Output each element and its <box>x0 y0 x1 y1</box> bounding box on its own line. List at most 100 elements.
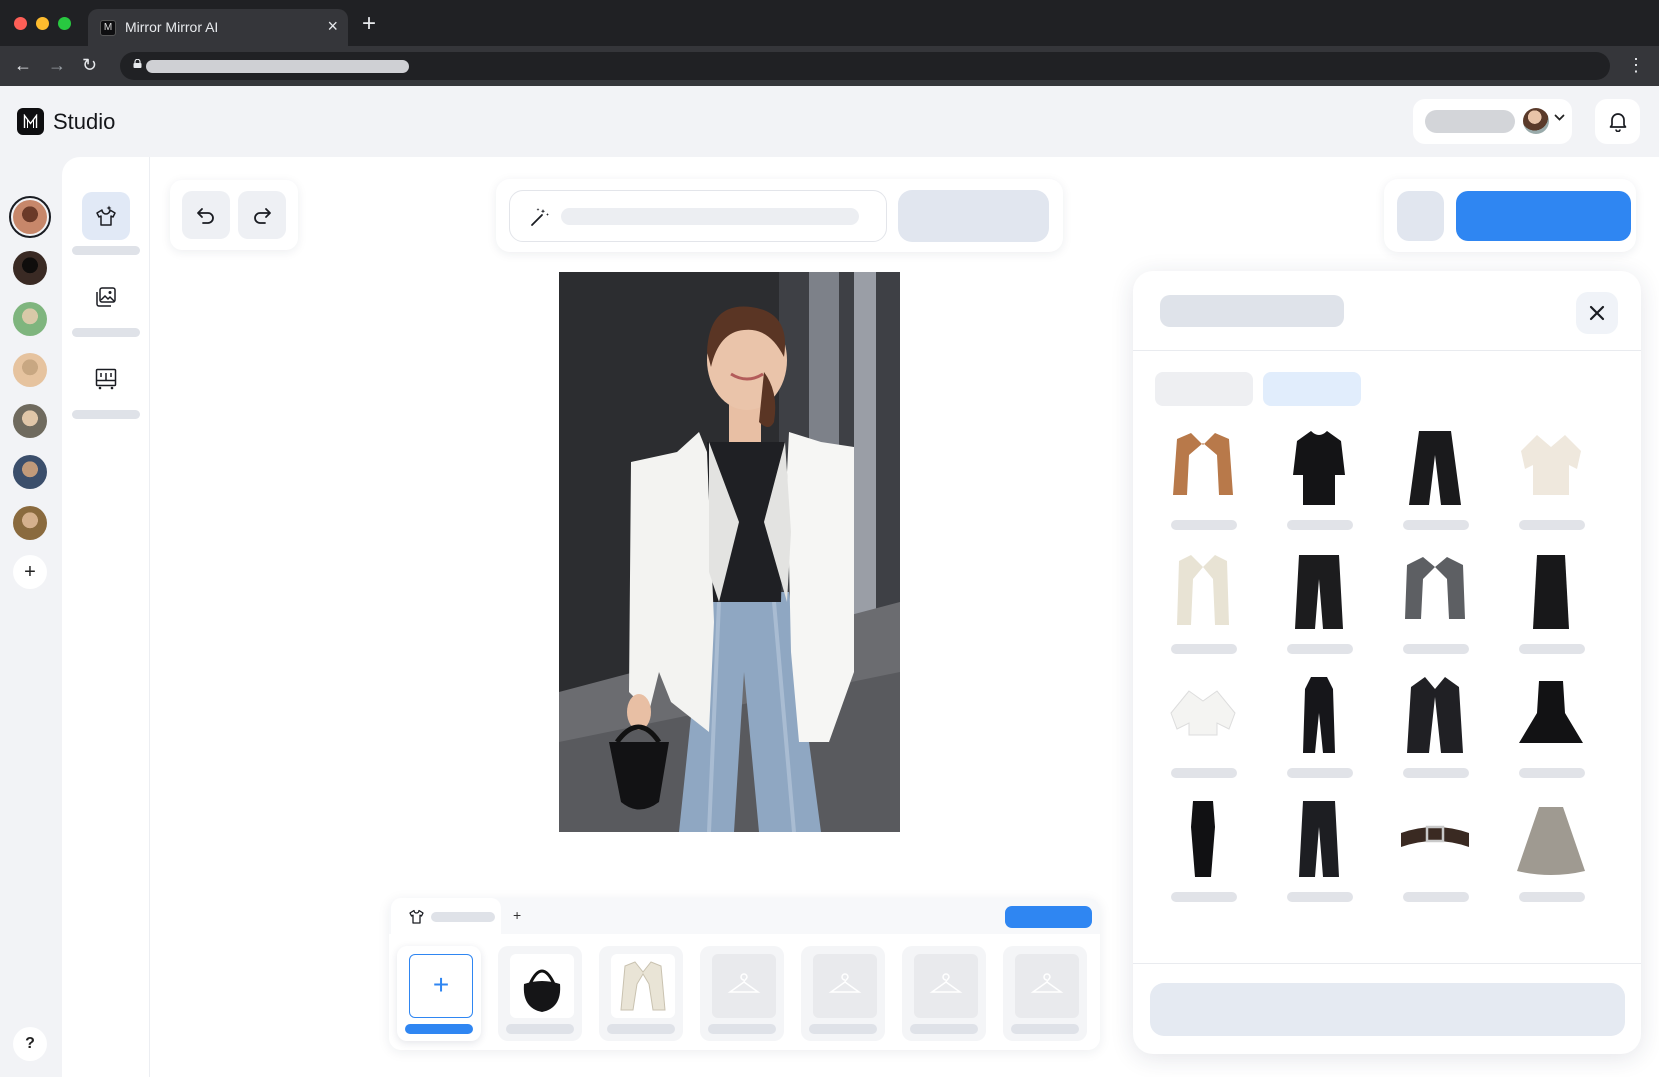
outfit-slot-empty[interactable] <box>1003 946 1087 1041</box>
outfit-save-button[interactable] <box>1005 906 1092 928</box>
export-actions <box>1384 179 1636 252</box>
item-label-placeholder <box>1287 768 1353 778</box>
panel-close-button[interactable] <box>1576 292 1618 334</box>
catalog-item-black-straight-jeans[interactable] <box>1271 797 1367 913</box>
back-icon[interactable]: ← <box>14 54 32 76</box>
slot-label-placeholder <box>910 1024 978 1034</box>
catalog-item-brown-leather-belt[interactable] <box>1387 797 1483 913</box>
catalog-item-cream-silk-blouse[interactable] <box>1503 425 1599 541</box>
catalog-item-camel-wool-coat[interactable] <box>1155 425 1251 541</box>
prompt-input[interactable] <box>509 190 887 242</box>
hanger-icon <box>914 954 978 1018</box>
add-item-button[interactable]: + <box>409 954 473 1018</box>
tab-close-icon[interactable]: × <box>327 16 338 36</box>
undo-button[interactable] <box>182 191 230 239</box>
black-vinyl-trench-image <box>1407 677 1463 753</box>
filter-chip-active[interactable] <box>1263 372 1361 406</box>
cream-silk-blouse-image <box>1521 435 1581 495</box>
catalog-item-white-cropped-shirt[interactable] <box>1155 673 1251 789</box>
tryon-tool-button[interactable] <box>82 192 130 240</box>
browser-tab-strip: M Mirror Mirror AI × + <box>0 0 1659 46</box>
model-avatar-2[interactable] <box>13 251 47 285</box>
black-peplum-top-image <box>1519 681 1583 743</box>
outfit-slot-bag[interactable] <box>498 946 582 1041</box>
item-label-placeholder <box>1287 892 1353 902</box>
app-logo <box>17 108 44 135</box>
catalog-item-black-peplum-top[interactable] <box>1503 673 1599 789</box>
divider <box>1133 963 1641 964</box>
model-avatar-1[interactable] <box>9 196 51 238</box>
catalog-item-black-leather-culottes[interactable] <box>1271 549 1367 665</box>
slot-label-placeholder <box>607 1024 675 1034</box>
model-avatar-4[interactable] <box>13 353 47 387</box>
prompt-toolbar <box>496 179 1063 252</box>
outfit-slot-add[interactable]: + <box>397 946 481 1041</box>
redo-button[interactable] <box>238 191 286 239</box>
camel-wool-coat-image <box>1173 433 1233 495</box>
item-label-placeholder <box>1171 644 1237 654</box>
account-name-placeholder <box>1425 110 1515 133</box>
catalog-item-grey-plaid-blazer[interactable] <box>1387 549 1483 665</box>
add-outfit-tab-button[interactable]: + <box>513 907 521 923</box>
catalog-item-black-leather-skirt[interactable] <box>1503 549 1599 665</box>
catalog-item-black-wide-trousers[interactable] <box>1387 425 1483 541</box>
catalog-item-cream-blazer[interactable] <box>1155 549 1251 665</box>
item-label-placeholder <box>1287 520 1353 530</box>
slot-label-placeholder <box>809 1024 877 1034</box>
model-avatar-7[interactable] <box>13 506 47 540</box>
outfit-slot-empty[interactable] <box>700 946 784 1041</box>
new-tab-button[interactable]: + <box>362 12 376 36</box>
url-placeholder <box>146 60 409 73</box>
wardrobe-tool-button[interactable] <box>82 355 130 403</box>
apply-button[interactable] <box>1150 983 1625 1036</box>
catalog-item-black-vinyl-trench[interactable] <box>1387 673 1483 789</box>
favicon-icon: M <box>100 20 116 36</box>
window-minimize-button[interactable] <box>36 17 49 30</box>
model-avatar-5[interactable] <box>13 404 47 438</box>
outfit-slot-blazer[interactable] <box>599 946 683 1041</box>
outfit-tab[interactable] <box>391 898 501 934</box>
black-straight-jeans-image <box>1299 801 1339 877</box>
item-label-placeholder <box>1171 520 1237 530</box>
forward-icon[interactable]: → <box>48 54 66 76</box>
tool-label-placeholder <box>72 328 140 337</box>
catalog-item-silver-metallic-skirt[interactable] <box>1503 797 1599 913</box>
catalog-item-black-knit-dress[interactable] <box>1271 425 1367 541</box>
close-icon <box>1589 305 1605 321</box>
outfit-slot-empty[interactable] <box>902 946 986 1041</box>
blazer-thumbnail <box>611 954 675 1018</box>
item-label-placeholder <box>1287 644 1353 654</box>
notifications-button[interactable] <box>1595 99 1640 144</box>
tshirt-icon <box>409 909 424 924</box>
account-menu[interactable] <box>1413 99 1572 144</box>
black-wide-trousers-image <box>1409 431 1461 505</box>
reload-icon[interactable]: ↻ <box>82 54 97 76</box>
model-avatar-3[interactable] <box>13 302 47 336</box>
primary-action-button[interactable] <box>1456 191 1631 241</box>
browser-toolbar: ← → ↻ ⋮ <box>0 46 1659 86</box>
brown-leather-belt-image <box>1401 825 1469 847</box>
grey-plaid-blazer-image <box>1405 557 1465 619</box>
generate-button[interactable] <box>898 190 1049 242</box>
browser-tab[interactable]: M Mirror Mirror AI × <box>88 9 348 46</box>
secondary-action-button[interactable] <box>1397 191 1444 241</box>
item-label-placeholder <box>1403 892 1469 902</box>
window-close-button[interactable] <box>14 17 27 30</box>
model-avatar-6[interactable] <box>13 455 47 489</box>
catalog-item-black-cutout-dress[interactable] <box>1155 797 1251 913</box>
lock-icon <box>133 59 142 68</box>
catalog-item-black-jumpsuit[interactable] <box>1271 673 1367 789</box>
gallery-icon <box>96 287 116 307</box>
help-button[interactable]: ? <box>13 1027 47 1061</box>
outfit-slot-empty[interactable] <box>801 946 885 1041</box>
browser-menu-icon[interactable]: ⋮ <box>1627 53 1645 77</box>
address-bar[interactable] <box>120 52 1610 80</box>
avatar <box>1523 108 1549 134</box>
history-controls <box>170 180 298 250</box>
window-zoom-button[interactable] <box>58 17 71 30</box>
cream-blazer-image <box>1177 555 1229 625</box>
chevron-down-icon <box>1553 111 1566 127</box>
add-model-button[interactable]: + <box>13 555 47 589</box>
gallery-tool-button[interactable] <box>82 273 130 321</box>
filter-chip[interactable] <box>1155 372 1253 406</box>
